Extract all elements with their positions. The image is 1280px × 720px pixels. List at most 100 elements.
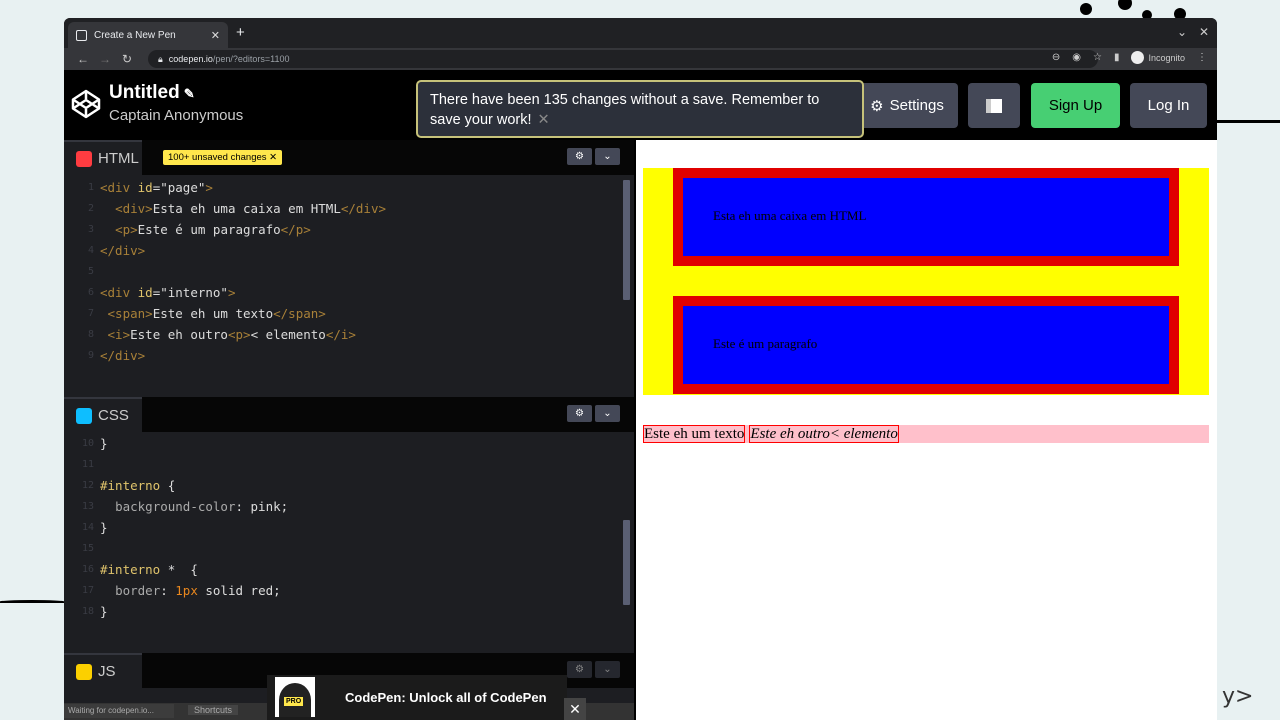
toast-close-icon[interactable]: ✕ xyxy=(538,112,550,128)
codepen-logo-icon[interactable] xyxy=(70,88,102,120)
preview-box-div: Esta eh uma caixa em HTML xyxy=(673,168,1179,266)
pro-badge-image: PRO xyxy=(275,677,315,717)
unsaved-badge[interactable]: 100+ unsaved changes ✕ xyxy=(163,150,283,165)
code-line: 4 </div> xyxy=(64,240,386,261)
code-line: 10} xyxy=(64,433,288,454)
url-input[interactable]: 🔒︎ codepen.io /pen/?editors=1100 xyxy=(148,50,1098,68)
preview-pane: Esta eh uma caixa em HTML Este é um para… xyxy=(636,140,1217,720)
preview-page-div: Esta eh uma caixa em HTML Este é um para… xyxy=(643,168,1209,395)
pen-author: Captain Anonymous xyxy=(109,107,244,124)
css-icon xyxy=(76,407,92,424)
promo-close-icon[interactable]: ✕ xyxy=(564,698,586,720)
code-text: border: 1px solid red; xyxy=(115,583,281,598)
css-editor-header: CSS ⚙ ⌄ xyxy=(64,397,634,432)
code-line: 8 <i>Este eh outro<p>< elemento</i> xyxy=(64,324,386,345)
url-path: /pen/?editors=1100 xyxy=(212,54,290,64)
js-editor-tab[interactable]: JS xyxy=(64,653,142,688)
html-scrollbar[interactable] xyxy=(623,180,630,300)
line-number: 14 xyxy=(81,522,94,533)
pencil-icon[interactable]: ✎ xyxy=(184,86,195,101)
html-collapse-button[interactable]: ⌄ xyxy=(595,148,620,165)
shortcuts-button[interactable]: Shortcuts xyxy=(188,705,239,715)
html-label: HTML xyxy=(98,150,139,167)
html-code-area[interactable]: 1 <div id="page"> 2 <div>Esta eh uma caixa… xyxy=(64,177,386,366)
pen-title-text: Untitled xyxy=(109,82,180,103)
code-text: </div> xyxy=(100,243,146,258)
code-text: <p>Este é um paragrafo</p> xyxy=(115,222,311,237)
login-button[interactable]: Log In xyxy=(1130,83,1207,128)
incognito-icon xyxy=(1131,51,1145,64)
layout-icon xyxy=(986,98,1002,113)
back-icon[interactable]: ← xyxy=(72,52,94,66)
incognito-label: Incognito xyxy=(1148,52,1185,63)
star-icon[interactable]: ☆ xyxy=(1093,52,1102,63)
codepen-header: Untitled ✎ Captain Anonymous There have b… xyxy=(64,70,1217,140)
css-collapse-button[interactable]: ⌄ xyxy=(595,405,620,422)
tab-close-icon[interactable]: ✕ xyxy=(211,29,220,42)
code-line: 14} xyxy=(64,517,288,538)
badge-close-icon[interactable]: ✕ xyxy=(269,152,277,163)
html-settings-button[interactable]: ⚙ xyxy=(567,148,592,165)
browser-status: Waiting for codepen.io... xyxy=(64,704,174,718)
code-text: <span>Este eh um texto</span> xyxy=(107,306,326,321)
code-line: 1 <div id="page"> xyxy=(64,177,386,198)
code-text: <div>Esta eh uma caixa em HTML</div> xyxy=(115,201,387,216)
line-number: 3 xyxy=(87,224,94,235)
settings-button[interactable]: ⚙ Settings xyxy=(856,83,958,128)
pro-badge: PRO xyxy=(284,697,304,706)
browser-tab[interactable]: Create a New Pen ✕ xyxy=(68,22,228,48)
line-number: 2 xyxy=(87,203,94,214)
css-editor-tab[interactable]: CSS xyxy=(64,397,142,432)
preview-paragraph: Este é um paragrafo xyxy=(673,296,1179,394)
forward-icon[interactable]: → xyxy=(94,52,116,66)
line-number: 17 xyxy=(81,585,94,596)
eye-off-icon[interactable]: ◉ xyxy=(1072,52,1081,63)
code-text: } xyxy=(100,520,108,535)
new-tab-icon[interactable]: + xyxy=(236,24,245,41)
promo-banner[interactable]: PRO CodePen: Unlock all of CodePen xyxy=(267,675,567,720)
url-domain: codepen.io xyxy=(168,54,213,64)
js-collapse-button[interactable]: ⌄ xyxy=(595,661,620,678)
code-text: } xyxy=(100,604,108,619)
decor-line xyxy=(0,600,64,603)
window-close-icon[interactable]: ✕ xyxy=(1199,25,1209,39)
code-line: 11 xyxy=(64,454,288,475)
line-number: 16 xyxy=(81,564,94,575)
code-text: <i>Este eh outro<p>< elemento</i> xyxy=(107,327,356,342)
line-number: 4 xyxy=(87,245,94,256)
toast-message: There have been 135 changes without a sa… xyxy=(430,92,820,128)
js-settings-button[interactable]: ⚙ xyxy=(567,661,592,678)
preview-span: Este eh um texto xyxy=(643,425,746,443)
incognito-badge[interactable]: Incognito xyxy=(1131,51,1185,64)
code-text: #interno { xyxy=(100,478,176,493)
code-line: 15 xyxy=(64,538,288,559)
line-number: 7 xyxy=(87,308,94,319)
html-editor-tab[interactable]: HTML xyxy=(64,140,142,175)
pen-title[interactable]: Untitled ✎ xyxy=(109,82,195,104)
sidepanel-icon[interactable]: ▮ xyxy=(1114,52,1120,63)
menu-icon[interactable]: ⋮ xyxy=(1197,52,1207,63)
layout-button[interactable] xyxy=(968,83,1020,128)
settings-label: Settings xyxy=(889,97,944,114)
decor-line xyxy=(1217,120,1280,123)
address-bar: ← → ↻ 🔒︎ codepen.io /pen/?editors=1100 ⊖… xyxy=(64,48,1217,70)
css-code-area[interactable]: 10} 11 12 #interno {13 background-color: pi… xyxy=(64,433,288,622)
code-line: 5 xyxy=(64,261,386,282)
code-line: 13 background-color: pink; xyxy=(64,496,288,517)
line-number: 10 xyxy=(81,438,94,449)
line-number: 18 xyxy=(81,606,94,617)
tab-search-icon[interactable]: ⌄ xyxy=(1177,25,1187,39)
line-number: 15 xyxy=(81,543,94,554)
signup-button[interactable]: Sign Up xyxy=(1031,83,1120,128)
html-editor-header: HTML 100+ unsaved changes ✕ ⚙ ⌄ xyxy=(64,140,634,175)
zoom-icon[interactable]: ⊖ xyxy=(1052,52,1060,63)
js-label: JS xyxy=(98,663,116,680)
code-line: 18} xyxy=(64,601,288,622)
line-number: 11 xyxy=(81,459,94,470)
code-line: 6 <div id="interno"> xyxy=(64,282,386,303)
gear-icon: ⚙ xyxy=(870,97,884,115)
css-settings-button[interactable]: ⚙ xyxy=(567,405,592,422)
tab-title: Create a New Pen xyxy=(94,29,176,41)
css-scrollbar[interactable] xyxy=(623,520,630,605)
reload-icon[interactable]: ↻ xyxy=(116,52,138,66)
